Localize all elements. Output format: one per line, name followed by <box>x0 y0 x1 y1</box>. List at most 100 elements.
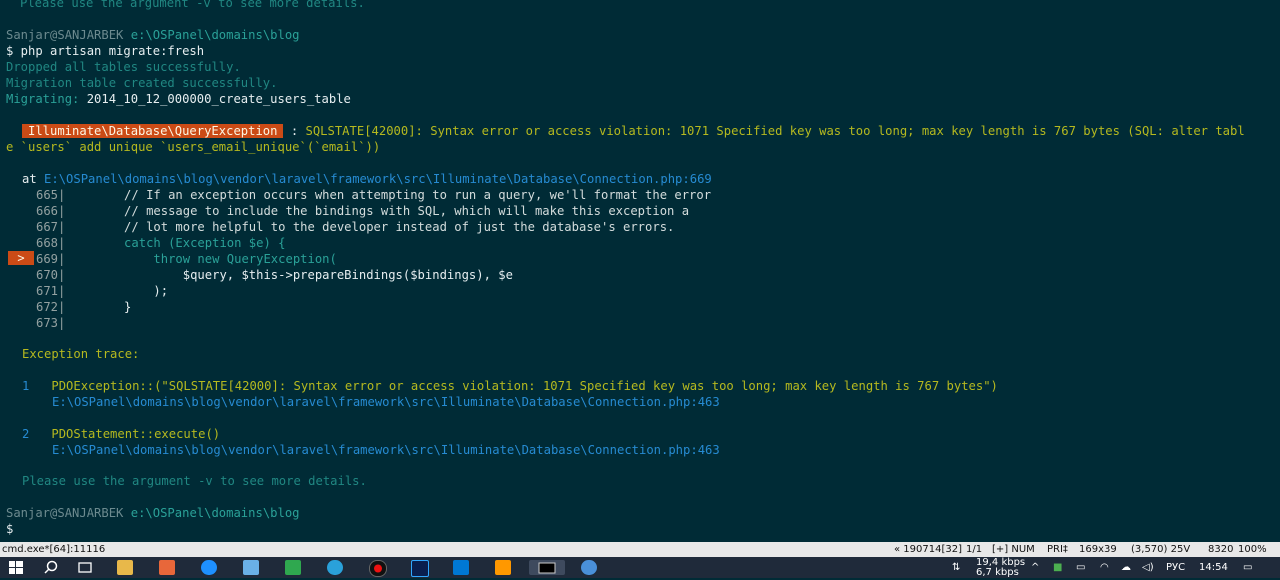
code-text: // lot more helpful to the developer ins… <box>65 220 675 234</box>
code-text: catch (Exception $e) { <box>65 236 286 250</box>
taskbar: ⇅ 19,4 kbps 6,7 kbps ^ ■ ▭ ◠ ☁ ◁) РУС 14:… <box>0 557 1280 578</box>
flag-icon[interactable]: ■ <box>1053 557 1062 578</box>
trace-location: E:\OSPanel\domains\blog\vendor\laravel\f… <box>52 442 720 458</box>
code-text: // message to include the bindings with … <box>65 204 690 218</box>
code-text: // If an exception occurs when attemptin… <box>65 188 712 202</box>
code-text: } <box>65 300 132 314</box>
hint-text: Please use the argument -v to see more d… <box>22 474 367 488</box>
recorder-icon[interactable] <box>369 560 387 577</box>
prompt-path: e:\OSPanel\domains\blog <box>130 506 300 520</box>
at-line-number: :669 <box>682 172 712 186</box>
app-icon[interactable] <box>581 560 597 575</box>
line-number: 667 <box>36 220 59 234</box>
prompt-line: Sanjar@SANJARBEK e:\OSPanel\domains\blog <box>6 505 300 521</box>
tray-app-icon[interactable]: ▭ <box>1076 557 1085 578</box>
output-line: Dropped all tables successfully. <box>6 60 241 74</box>
code-text: $query, $this->prepareBindings($bindings… <box>65 268 513 282</box>
net-speed: 19,4 kbps 6,7 kbps <box>976 558 1025 579</box>
exception-message: SQLSTATE[42000]: Syntax error or access … <box>305 124 1245 138</box>
code-text: throw new QueryException( <box>65 252 337 266</box>
photoshop-icon[interactable] <box>411 560 429 577</box>
code-line: 665| // If an exception occurs when atte… <box>36 187 711 203</box>
command-line: $ php artisan migrate:fresh <box>6 44 205 58</box>
at-line: at E:\OSPanel\domains\blog\vendor\larave… <box>22 171 712 187</box>
trace-entry: 2 PDOStatement::execute() <box>22 426 220 442</box>
code-line: 666| // message to include the bindings … <box>36 203 689 219</box>
status-pages: 1/1 <box>966 544 983 555</box>
code-line: 673| <box>36 315 65 331</box>
trace-path: E:\OSPanel\domains\blog\vendor\laravel\f… <box>52 395 691 409</box>
wifi-icon[interactable]: ◠ <box>1100 557 1109 578</box>
prompt-user: Sanjar@SANJARBEK <box>6 28 124 42</box>
status-priority: PRI‡ <box>1047 544 1068 555</box>
language-indicator[interactable]: РУС <box>1166 557 1185 578</box>
clock[interactable]: 14:54 <box>1199 557 1228 578</box>
task-view-icon[interactable] <box>77 560 93 575</box>
chevron-up-icon[interactable]: ^ <box>1031 557 1039 578</box>
terminal-window[interactable]: Please use the argument -v to see more d… <box>0 0 1280 542</box>
exception-header: Illuminate\Database\QueryException : SQL… <box>22 123 1245 139</box>
cursor-line[interactable]: $ <box>6 521 13 537</box>
trace-title: Exception trace: <box>22 347 140 361</box>
trace-location: E:\OSPanel\domains\blog\vendor\laravel\f… <box>52 394 720 410</box>
migration-name: 2014_10_12_000000_create_users_table <box>86 92 351 106</box>
status-coords: (3,570) 25V <box>1131 544 1191 555</box>
at-label: at <box>22 172 37 186</box>
exception-class-badge: Illuminate\Database\QueryException <box>22 124 284 138</box>
line-number: 671 <box>36 284 59 298</box>
status-position: « 190714[32] <box>894 544 962 555</box>
trace-entry: 1 PDOException::("SQLSTATE[42000]: Synta… <box>22 378 998 394</box>
status-bar: cmd.exe*[64]:11116 « 190714[32] 1/1 [+] … <box>0 542 1280 557</box>
code-line: 667| // lot more helpful to the develope… <box>36 219 674 235</box>
app-icon[interactable] <box>285 560 301 575</box>
status-zoom: 100% <box>1238 544 1267 555</box>
line-number: 673 <box>36 316 59 330</box>
migrating-label: Migrating: <box>6 92 80 106</box>
line-number: 672 <box>36 300 59 314</box>
sublime-icon[interactable] <box>495 560 511 575</box>
net-speed-down: 6,7 kbps <box>976 567 1019 578</box>
line-number: 668 <box>36 236 59 250</box>
code-line: 670| $query, $this->prepareBindings($bin… <box>36 267 513 283</box>
code-line: 672| } <box>36 299 131 315</box>
app-icon[interactable] <box>159 560 175 575</box>
app-icon[interactable] <box>243 560 259 575</box>
current-line-arrow-icon: > <box>8 251 34 265</box>
exception-message-wrap: e `users` add unique `users_email_unique… <box>6 140 381 154</box>
vscode-icon[interactable] <box>453 560 469 575</box>
status-pid: 8320 <box>1208 544 1234 555</box>
search-icon[interactable] <box>43 560 59 575</box>
prompt-line: Sanjar@SANJARBEK e:\OSPanel\domains\blog <box>6 27 300 43</box>
trace-line-number: :463 <box>690 395 720 409</box>
gutter-separator: | <box>58 316 66 330</box>
notification-icon[interactable]: ▭ <box>1243 557 1252 578</box>
line-number: 670 <box>36 268 59 282</box>
code-text: ); <box>65 284 169 298</box>
exception-colon: : <box>283 124 306 138</box>
trace-path: E:\OSPanel\domains\blog\vendor\laravel\f… <box>52 443 691 457</box>
output-line: Migration table created successfully. <box>6 76 278 90</box>
trace-call: PDOStatement::execute() <box>51 427 221 441</box>
console-icon[interactable] <box>529 560 565 575</box>
status-process: cmd.exe*[64]:11116 <box>2 544 106 555</box>
file-explorer-icon[interactable] <box>117 560 133 575</box>
cloud-icon[interactable]: ☁ <box>1121 557 1131 578</box>
line-number: 665 <box>36 188 59 202</box>
trace-call: PDOException::("SQLSTATE[42000]: Syntax … <box>51 379 998 393</box>
code-line: 668| catch (Exception $e) { <box>36 235 285 251</box>
status-mode: [+] NUM <box>992 544 1035 555</box>
at-path: E:\OSPanel\domains\blog\vendor\laravel\f… <box>44 172 683 186</box>
truncated-hint-text: Please use the argument -v to see more d… <box>20 0 365 10</box>
migrating-line: Migrating: 2014_10_12_000000_create_user… <box>6 91 351 107</box>
start-icon[interactable] <box>8 560 24 575</box>
line-number: 666 <box>36 204 59 218</box>
volume-icon[interactable]: ◁) <box>1142 557 1154 578</box>
trace-line-number: :463 <box>690 443 720 457</box>
prompt-path: e:\OSPanel\domains\blog <box>130 28 300 42</box>
prompt-user: Sanjar@SANJARBEK <box>6 506 124 520</box>
code-line: 669| throw new QueryException( <box>36 251 337 267</box>
code-line: 671| ); <box>36 283 168 299</box>
app-icon[interactable] <box>201 560 217 575</box>
telegram-icon[interactable] <box>327 560 343 575</box>
network-arrows-icon: ⇅ <box>952 562 961 573</box>
